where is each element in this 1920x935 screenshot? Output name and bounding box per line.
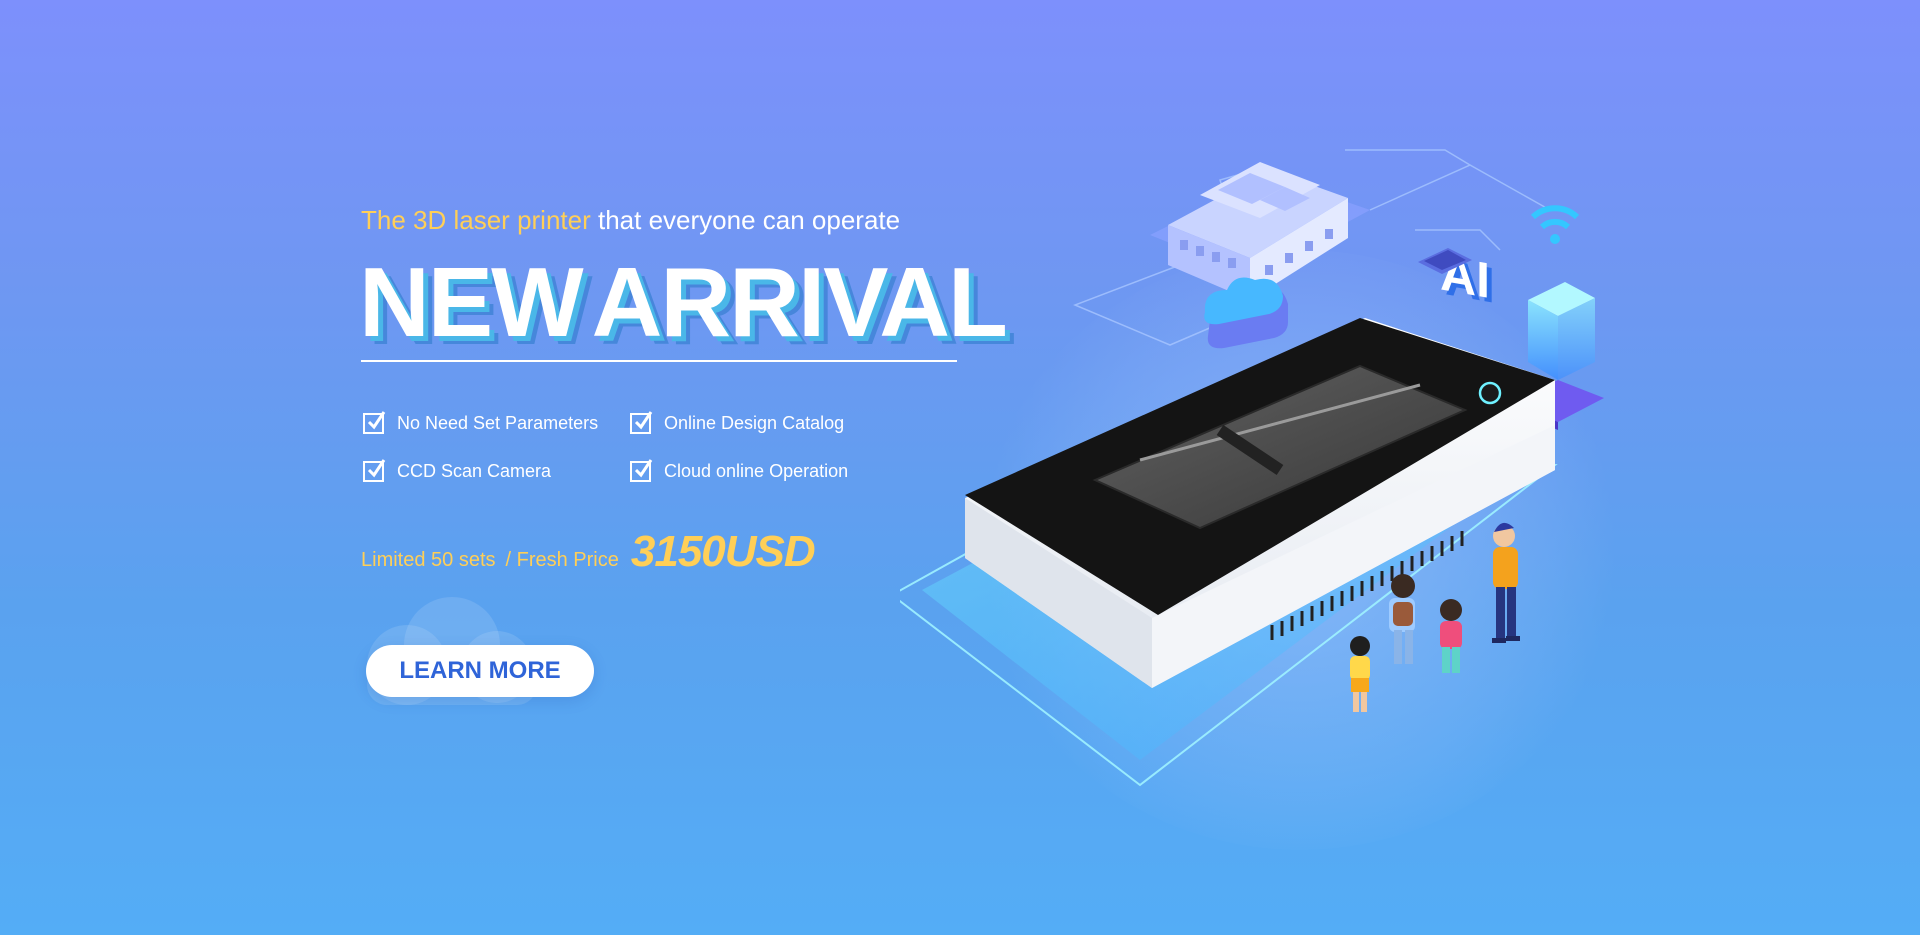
- feature-item: CCD Scan Camera: [363, 459, 552, 482]
- feature-label: Cloud online Operation: [664, 461, 849, 481]
- price-value: 3150USD: [630, 527, 816, 576]
- laser-engraver-illustration: AI AI: [900, 149, 1604, 787]
- feature-item: Cloud online Operation: [630, 459, 849, 482]
- feature-label: Online Design Catalog: [664, 413, 845, 433]
- headline-word-new: NEW: [359, 247, 584, 357]
- feature-label: No Need Set Parameters: [397, 413, 599, 433]
- cloud-icon: [1204, 277, 1288, 349]
- checkbox-checked-icon: [363, 459, 386, 482]
- feature-item: Online Design Catalog: [630, 411, 845, 434]
- wifi-icon: [1530, 205, 1580, 244]
- child-figure: [1350, 636, 1370, 712]
- tagline-rest: that everyone can operate: [590, 205, 901, 235]
- price-line: Limited 50 sets / Fresh Price 3150USD: [361, 527, 816, 577]
- checkbox-checked-icon: [630, 411, 653, 434]
- checkbox-checked-icon: [630, 459, 653, 482]
- fresh-price-label: / Fresh Price: [505, 549, 619, 571]
- learn-more-button[interactable]: LEARN MORE: [366, 645, 594, 697]
- adult-figure: [1492, 522, 1520, 643]
- headline-divider: [361, 360, 957, 362]
- feature-label: CCD Scan Camera: [397, 461, 552, 481]
- child-figure: [1440, 599, 1462, 673]
- feature-list: No Need Set Parameters Online Design Cat…: [361, 411, 881, 513]
- limited-sets: Limited 50 sets: [361, 549, 496, 571]
- tagline: The 3D laser printer that everyone can o…: [361, 205, 900, 236]
- tagline-accent: The 3D laser printer: [361, 205, 591, 235]
- hero-banner: The 3D laser printer that everyone can o…: [0, 0, 1920, 935]
- feature-item: No Need Set Parameters: [363, 411, 599, 434]
- child-figure: [1389, 574, 1415, 664]
- checkbox-checked-icon: [363, 411, 386, 434]
